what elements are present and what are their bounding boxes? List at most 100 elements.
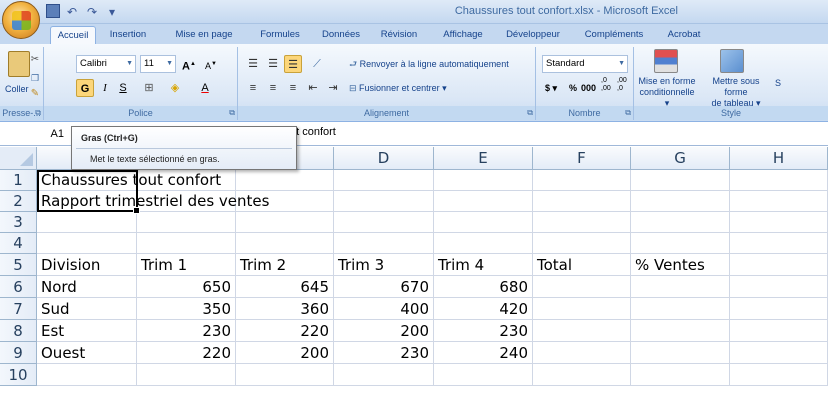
cell-c5[interactable]: Trim 2 — [236, 254, 334, 276]
cell-f10[interactable] — [533, 364, 631, 386]
cell-h8[interactable] — [730, 320, 828, 342]
decrease-decimal-button[interactable]: ,00 ,0 — [616, 76, 630, 94]
tab-donnees[interactable]: Données — [318, 26, 364, 44]
cell-d5[interactable]: Trim 3 — [334, 254, 434, 276]
cell-d4[interactable] — [334, 233, 434, 254]
select-all-corner[interactable] — [0, 147, 37, 170]
column-header-g[interactable]: G — [631, 147, 730, 170]
cell-g5[interactable]: % Ventes — [631, 254, 730, 276]
italic-button[interactable]: I — [96, 79, 114, 97]
row-header-3[interactable]: 3 — [0, 212, 37, 233]
cell-c1[interactable] — [236, 170, 334, 191]
cell-a6[interactable]: Nord — [37, 276, 137, 298]
tab-developpeur[interactable]: Développeur — [500, 26, 566, 44]
cell-a4[interactable] — [37, 233, 137, 254]
cell-b8[interactable]: 230 — [137, 320, 236, 342]
row-header-5[interactable]: 5 — [0, 254, 37, 276]
cell-f9[interactable] — [533, 342, 631, 364]
cell-e1[interactable] — [434, 170, 533, 191]
decrease-indent-icon[interactable]: ⇤ — [304, 79, 322, 97]
underline-button[interactable]: S — [114, 79, 132, 97]
borders-icon[interactable]: ⊞ — [140, 79, 158, 97]
thousands-button[interactable]: 000 — [580, 80, 597, 96]
cell-e2[interactable] — [434, 191, 533, 212]
cell-f2[interactable] — [533, 191, 631, 212]
cell-d7[interactable]: 400 — [334, 298, 434, 320]
tab-mise-en-page[interactable]: Mise en page — [166, 26, 242, 44]
cell-g1[interactable] — [631, 170, 730, 191]
number-format-combo[interactable]: Standard ▼ — [542, 55, 628, 73]
cell-f6[interactable] — [533, 276, 631, 298]
cell-a3[interactable] — [37, 212, 137, 233]
cell-h5[interactable] — [730, 254, 828, 276]
merge-center-button[interactable]: ⊟ Fusionner et centrer ▾ — [348, 80, 448, 96]
cell-g4[interactable] — [631, 233, 730, 254]
cell-f4[interactable] — [533, 233, 631, 254]
tab-insertion[interactable]: Insertion — [104, 26, 152, 44]
row-header-9[interactable]: 9 — [0, 342, 37, 364]
cell-e7[interactable]: 420 — [434, 298, 533, 320]
cell-a5[interactable]: Division — [37, 254, 137, 276]
cell-f3[interactable] — [533, 212, 631, 233]
cell-g7[interactable] — [631, 298, 730, 320]
cell-b4[interactable] — [137, 233, 236, 254]
tab-acrobat[interactable]: Acrobat — [662, 26, 706, 44]
cell-h6[interactable] — [730, 276, 828, 298]
cell-a9[interactable]: Ouest — [37, 342, 137, 364]
cell-f1[interactable] — [533, 170, 631, 191]
cell-c10[interactable] — [236, 364, 334, 386]
row-header-8[interactable]: 8 — [0, 320, 37, 342]
cell-e3[interactable] — [434, 212, 533, 233]
cell-e4[interactable] — [434, 233, 533, 254]
cell-b9[interactable]: 220 — [137, 342, 236, 364]
cell-g2[interactable] — [631, 191, 730, 212]
cell-b7[interactable]: 350 — [137, 298, 236, 320]
cell-d3[interactable] — [334, 212, 434, 233]
font-color-icon[interactable]: A — [196, 79, 214, 97]
cell-b10[interactable] — [137, 364, 236, 386]
cell-c8[interactable]: 220 — [236, 320, 334, 342]
name-box[interactable]: A1 — [0, 124, 68, 144]
cell-f7[interactable] — [533, 298, 631, 320]
align-middle-icon[interactable]: ☰ — [264, 55, 282, 73]
cell-a10[interactable] — [37, 364, 137, 386]
increase-indent-icon[interactable]: ⇥ — [324, 79, 342, 97]
cell-e8[interactable]: 230 — [434, 320, 533, 342]
row-header-10[interactable]: 10 — [0, 364, 37, 386]
tab-complements[interactable]: Compléments — [578, 26, 650, 44]
tab-formules[interactable]: Formules — [254, 26, 306, 44]
bold-button[interactable]: G — [76, 79, 94, 97]
cell-b5[interactable]: Trim 1 — [137, 254, 236, 276]
tab-affichage[interactable]: Affichage — [436, 26, 490, 44]
clipboard-launcher-icon[interactable]: ⧉ — [35, 108, 41, 118]
column-header-d[interactable]: D — [334, 147, 434, 170]
align-top-icon[interactable]: ☰ — [244, 55, 262, 73]
shrink-font-icon[interactable]: A▼ — [202, 55, 220, 73]
cell-h9[interactable] — [730, 342, 828, 364]
cell-d1[interactable] — [334, 170, 434, 191]
grow-font-icon[interactable]: A▲ — [180, 55, 198, 73]
format-as-table-button[interactable]: Mettre sous forme de tableau ▾ — [700, 75, 772, 110]
cell-f8[interactable] — [533, 320, 631, 342]
cell-b6[interactable]: 650 — [137, 276, 236, 298]
currency-button[interactable]: $ ▾ — [544, 80, 558, 96]
cell-g10[interactable] — [631, 364, 730, 386]
cell-b3[interactable] — [137, 212, 236, 233]
cell-c4[interactable] — [236, 233, 334, 254]
cell-d8[interactable]: 200 — [334, 320, 434, 342]
orientation-icon[interactable]: ⟋ — [308, 55, 326, 73]
cell-g6[interactable] — [631, 276, 730, 298]
font-name-combo[interactable]: Calibri ▼ — [76, 55, 136, 73]
cell-h10[interactable] — [730, 364, 828, 386]
cell-c3[interactable] — [236, 212, 334, 233]
cell-a7[interactable]: Sud — [37, 298, 137, 320]
cut-icon[interactable]: ✂ — [26, 51, 44, 69]
row-header-6[interactable]: 6 — [0, 276, 37, 298]
cell-a1[interactable]: Chaussures tout confort — [37, 170, 221, 191]
cell-d10[interactable] — [334, 364, 434, 386]
row-header-4[interactable]: 4 — [0, 233, 37, 254]
cell-h2[interactable] — [730, 191, 828, 212]
cell-d6[interactable]: 670 — [334, 276, 434, 298]
font-launcher-icon[interactable]: ⧉ — [229, 108, 235, 118]
cell-a8[interactable]: Est — [37, 320, 137, 342]
